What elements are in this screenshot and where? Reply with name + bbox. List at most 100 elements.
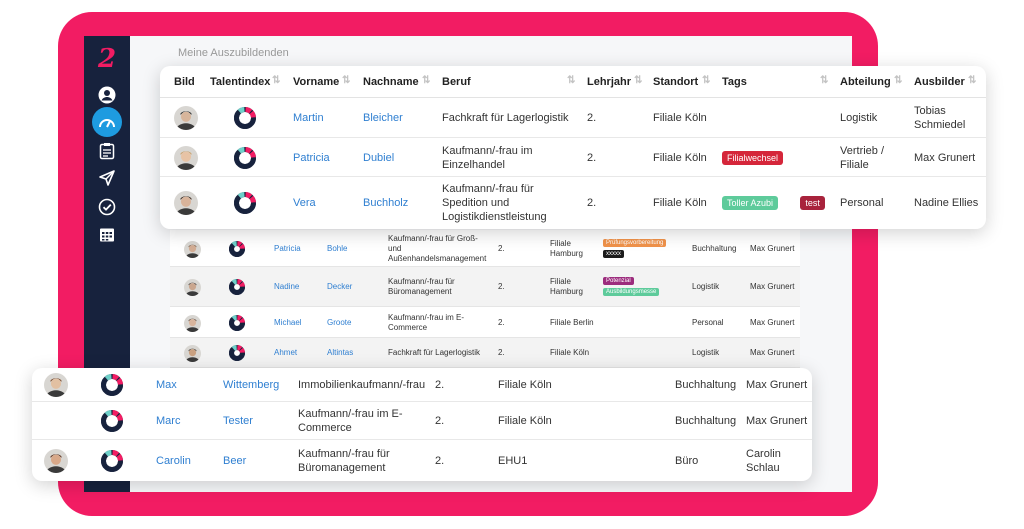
avatar [184, 345, 201, 362]
table-row[interactable]: Michael Groote Kaufmann/-frau im E- Commer… [170, 307, 800, 338]
vorname-cell[interactable]: Martin [293, 111, 353, 125]
tag-badge[interactable]: Toller Azubi [722, 196, 779, 210]
column-header-bild[interactable]: Bild [174, 76, 195, 88]
vorname-cell[interactable]: Vera [293, 196, 353, 210]
talentindex-ring[interactable] [101, 374, 123, 401]
ausbilder-cell: Max Grunert [746, 379, 808, 391]
column-header-beruf[interactable]: Beruf [442, 76, 471, 88]
talentindex-ring[interactable] [234, 107, 256, 134]
beruf-cell: Kaufmann/-frau im E- Commerce [388, 312, 465, 332]
talentindex-ring[interactable] [229, 240, 245, 262]
nachname-cell[interactable]: Altintas [327, 348, 382, 358]
talentindex-ring[interactable] [229, 314, 245, 336]
beruf-cell: Fachkraft für Lagerlogistik [388, 348, 481, 357]
nachname-cell[interactable]: Decker [327, 282, 382, 292]
nachname-cell[interactable]: Bohle [327, 244, 382, 254]
table-row[interactable]: Max Wittemberg Immobilienkaufmann/-frau 2. F… [32, 368, 812, 402]
standort-cell: Filiale Köln [498, 415, 552, 427]
tag-badge[interactable]: Ausbildungsmesse [603, 288, 660, 296]
ausbilder-cell: Max Grunert [750, 317, 795, 327]
calendar-icon[interactable] [94, 222, 120, 248]
tag-badge[interactable]: test [800, 196, 825, 210]
sort-icon[interactable]: ⇅ [968, 75, 977, 86]
sort-icon[interactable]: ⇅ [272, 75, 281, 86]
avatar [174, 145, 198, 170]
nachname-cell[interactable]: Tester [223, 414, 293, 428]
sort-icon[interactable]: ⇅ [567, 75, 576, 86]
table-row[interactable]: Marc Tester Kaufmann/-frau im E- Commerce 2… [32, 402, 812, 440]
vorname-cell[interactable]: Michael [274, 318, 324, 328]
column-header-talentindex[interactable]: Talentindex [210, 76, 270, 88]
table-row[interactable]: Vera Buchholz Kaufmann/-frau für Spedition… [160, 177, 986, 229]
table-row[interactable]: Ahmet Altintas Fachkraft für Lagerlogistik… [170, 338, 800, 368]
lehrjahr-cell: 2. [498, 317, 505, 327]
tag-badge[interactable]: Filialwechsel [722, 150, 784, 165]
ausbilder-cell: Carolin Schlau [746, 447, 781, 474]
column-header-tags[interactable]: Tags [722, 76, 747, 88]
vorname-cell[interactable]: Carolin [156, 454, 216, 468]
beruf-cell: Kaufmann/-frau für Büromanagement [388, 277, 455, 296]
sort-icon[interactable]: ⇅ [342, 75, 351, 86]
lehrjahr-cell: 2. [587, 151, 597, 164]
page-title: Meine Auszubildenden [178, 47, 289, 59]
send-icon[interactable] [94, 165, 120, 191]
check-circle-icon[interactable] [94, 194, 120, 220]
vorname-cell[interactable]: Max [156, 378, 216, 392]
app-logo: 2 [97, 44, 117, 74]
table-row[interactable]: Patricia Dubiel Kaufmann/-frau im Einzelha… [160, 138, 986, 177]
sort-icon[interactable]: ⇅ [702, 75, 711, 86]
column-header-lehrjahr[interactable]: Lehrjahr [587, 76, 631, 88]
avatar [184, 314, 201, 332]
column-header-abteilung[interactable]: Abteilung [840, 76, 891, 88]
sort-icon[interactable]: ⇅ [820, 75, 829, 86]
nachname-cell[interactable]: Beer [223, 454, 293, 468]
table-row[interactable]: Nadine Decker Kaufmann/-frau für Büromanag… [170, 267, 800, 307]
talentindex-ring[interactable] [234, 146, 256, 174]
avatar [44, 448, 68, 473]
sort-icon[interactable]: ⇅ [634, 75, 643, 86]
tag-badge[interactable]: Potenzial [603, 277, 634, 285]
sort-icon[interactable]: ⇅ [894, 75, 903, 86]
beruf-cell: Kaufmann/-frau im Einzelhandel [442, 144, 533, 171]
vorname-cell[interactable]: Patricia [293, 151, 353, 165]
abteilung-cell: Vertrieb / Filiale [840, 144, 885, 171]
table-header: Bild Talentindex ⇅ Vorname ⇅ Nachname ⇅ … [160, 66, 986, 98]
nachname-cell[interactable]: Dubiel [363, 151, 433, 165]
nachname-cell[interactable]: Buchholz [363, 196, 433, 210]
table-row[interactable]: Martin Bleicher Fachkraft für Lagerlogisti… [160, 98, 986, 138]
standort-cell: Filiale Hamburg [550, 277, 583, 296]
column-header-ausbilder[interactable]: Ausbilder [914, 76, 965, 88]
vorname-cell[interactable]: Ahmet [274, 348, 324, 358]
nachname-cell[interactable]: Groote [327, 318, 382, 328]
vorname-cell[interactable]: Nadine [274, 282, 324, 292]
column-header-vorname[interactable]: Vorname [293, 76, 339, 88]
table-card-top: Bild Talentindex ⇅ Vorname ⇅ Nachname ⇅ … [160, 66, 986, 229]
nachname-cell[interactable]: Wittemberg [223, 378, 293, 392]
column-header-nachname[interactable]: Nachname [363, 76, 419, 88]
lehrjahr-cell: 2. [435, 415, 445, 427]
talentindex-ring[interactable] [229, 345, 245, 366]
avatar [184, 240, 201, 258]
vorname-cell[interactable]: Marc [156, 414, 216, 428]
tag-badge[interactable]: xxxxx [603, 249, 624, 258]
tag-badge[interactable]: Prüfungsvorbereitung [603, 238, 667, 247]
user-icon[interactable] [94, 82, 120, 108]
vorname-cell[interactable]: Patricia [274, 244, 324, 254]
standort-cell: Filiale Köln [653, 151, 707, 164]
clipboard-icon[interactable] [94, 138, 120, 164]
table-row[interactable]: Carolin Beer Kaufmann/-frau für Büromanage… [32, 440, 812, 481]
nachname-cell[interactable]: Bleicher [363, 111, 433, 125]
lehrjahr-cell: 2. [435, 379, 445, 391]
sort-icon[interactable]: ⇅ [422, 75, 431, 86]
talentindex-ring[interactable] [229, 279, 245, 300]
talentindex-ring[interactable] [234, 192, 256, 219]
talentindex-ring[interactable] [101, 449, 123, 477]
column-header-standort[interactable]: Standort [653, 76, 698, 88]
abteilung-cell: Logistik [692, 282, 720, 291]
abteilung-cell: Personal [840, 197, 884, 209]
talentindex-ring[interactable] [101, 410, 123, 437]
abteilung-cell: Buchhaltung [675, 379, 737, 391]
table-row[interactable]: Patricia Bohle Kaufmann/-frau für Groß- un… [170, 230, 800, 267]
abteilung-cell: Personal [692, 317, 724, 327]
dashboard-icon[interactable] [92, 107, 122, 137]
